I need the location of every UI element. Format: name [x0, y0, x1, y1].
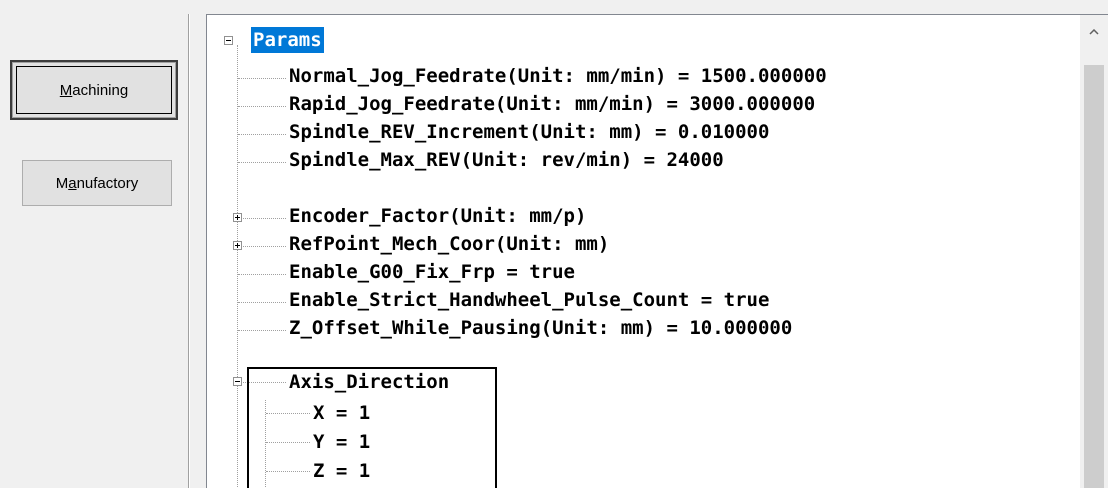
tree-item[interactable]: Normal_Jog_Feedrate(Unit: mm/min) = 1500…	[289, 63, 827, 89]
expand-plus-icon[interactable]	[233, 213, 242, 222]
scroll-thumb[interactable]	[1084, 65, 1104, 488]
splitter-highlight	[189, 14, 190, 488]
tree-line	[238, 330, 286, 331]
tree-item[interactable]: Spindle_REV_Increment(Unit: mm) = 0.0100…	[289, 119, 769, 145]
tree-line	[238, 162, 286, 163]
focus-rect	[16, 66, 172, 114]
tree-line	[238, 78, 286, 79]
tree-line	[238, 134, 286, 135]
scroll-up-button[interactable]	[1080, 15, 1108, 63]
tree-child-item[interactable]: Z = 1	[313, 458, 370, 484]
tree-root-params[interactable]: Params	[251, 27, 324, 53]
scroll-up-arrow-icon	[1089, 29, 1099, 35]
manufactory-button-label: Manufactory	[55, 174, 139, 192]
collapse-minus-icon[interactable]	[233, 377, 242, 386]
collapse-minus-icon[interactable]	[224, 36, 233, 45]
machining-button[interactable]: Machining	[10, 60, 178, 120]
tree-line	[237, 45, 238, 488]
tree-item[interactable]: Rapid_Jog_Feedrate(Unit: mm/min) = 3000.…	[289, 91, 815, 117]
tree-line	[238, 274, 286, 275]
tree-item[interactable]: RefPoint_Mech_Coor(Unit: mm)	[289, 231, 609, 257]
tree-item[interactable]: Spindle_Max_REV(Unit: rev/min) = 24000	[289, 147, 724, 173]
expand-plus-icon[interactable]	[233, 241, 242, 250]
tree-item[interactable]: Enable_G00_Fix_Frp = true	[289, 259, 575, 285]
tree-item-axis-direction[interactable]: Axis_Direction	[289, 369, 449, 395]
tree-line	[243, 218, 286, 219]
tree-line	[243, 246, 286, 247]
tree-item[interactable]: Enable_Strict_Handwheel_Pulse_Count = tr…	[289, 287, 769, 313]
tree-child-item[interactable]: X = 1	[313, 400, 370, 426]
tree-line	[238, 106, 286, 107]
vertical-scrollbar[interactable]	[1080, 15, 1108, 488]
manufactory-button[interactable]: Manufactory	[22, 160, 172, 206]
tree-item[interactable]: Encoder_Factor(Unit: mm/p)	[289, 203, 586, 229]
left-panel: Machining Manufactory	[0, 0, 184, 488]
tree-item[interactable]: Z_Offset_While_Pausing(Unit: mm) = 10.00…	[289, 315, 792, 341]
tree-line	[238, 302, 286, 303]
tree-child-item[interactable]: Y = 1	[313, 429, 370, 455]
params-tree-view[interactable]: Params Normal_Jog_Feedrate(Unit: mm/min)…	[206, 14, 1108, 488]
